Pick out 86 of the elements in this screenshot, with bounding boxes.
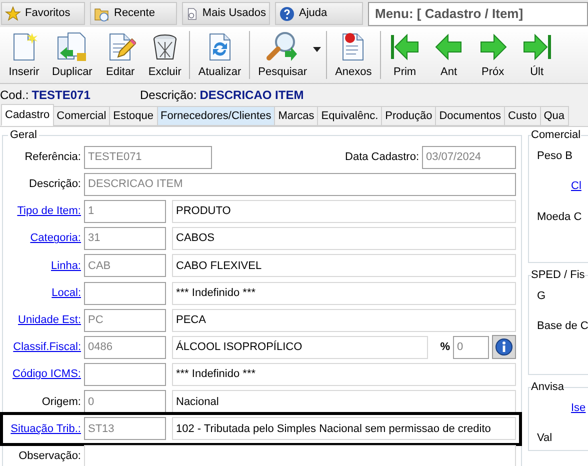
field-link[interactable]: Situação Trib.: [10, 420, 81, 438]
date-label: Data Cadastro: [345, 150, 419, 165]
code-field[interactable]: ST13 [84, 417, 166, 440]
field-link[interactable]: Linha: [51, 258, 81, 274]
toolbar-button[interactable]: Editar [98, 27, 142, 83]
tab[interactable]: Qua [540, 106, 569, 126]
percent-label: % [440, 340, 450, 356]
toolbar-button[interactable]: Inserir [2, 27, 46, 83]
tab[interactable]: Fornecedores/Clientes [156, 106, 276, 126]
duplicate-icon [56, 30, 88, 62]
field-link[interactable]: Classif.Fiscal: [13, 339, 81, 356]
document-icon [186, 6, 198, 22]
name-field[interactable]: CABOS [172, 227, 516, 250]
name-field[interactable]: *** Indefinido *** [172, 282, 516, 305]
group-title: Comercial [531, 128, 581, 143]
info-button[interactable] [492, 335, 516, 360]
field-label: Referência: [24, 150, 81, 165]
code-field[interactable]: 0486 [84, 336, 166, 359]
field-link[interactable]: Local: [52, 284, 81, 302]
name-field[interactable]: *** Indefinido *** [172, 363, 516, 386]
toolbar-button[interactable]: Prim [382, 27, 427, 83]
field-label: Val [536, 431, 552, 446]
description-field[interactable]: DESCRICAO ITEM [84, 172, 516, 196]
tab[interactable]: Custo [504, 106, 541, 126]
percent-field[interactable]: 0 [453, 336, 489, 359]
name-field[interactable]: CABO FLEXIVEL [172, 254, 516, 278]
field-label: G [536, 288, 546, 304]
field-label: Origem: [42, 394, 81, 410]
toolbar-button[interactable]: Atualizar [192, 27, 248, 83]
name-field[interactable]: ÁLCOOL ISOPROPÍLICO [172, 336, 428, 359]
toolbar-button[interactable]: Excluir [142, 27, 188, 83]
toolbar-button[interactable]: Próx [470, 27, 515, 83]
field-label: Moeda C [536, 210, 582, 224]
code-field[interactable] [84, 282, 166, 305]
toolbar-button[interactable]: Ant [426, 27, 471, 83]
menu-button[interactable]: Ajuda [275, 2, 363, 25]
group-title: Geral [9, 128, 38, 143]
folder-clock-icon [94, 6, 110, 22]
code-field[interactable]: CAB [84, 254, 166, 278]
field-label: Observação: [18, 448, 81, 464]
field-label: Descrição: [29, 177, 81, 192]
field-link[interactable]: Código ICMS: [12, 366, 81, 383]
tab[interactable]: Documentos [435, 106, 505, 126]
toolbar-button[interactable]: Últ [514, 27, 559, 83]
tab[interactable]: Estoque [109, 106, 158, 126]
reference-field[interactable]: TESTE071 [84, 146, 212, 169]
field-label: Peso B [536, 148, 572, 164]
menu-button[interactable]: Mais Usados [182, 2, 270, 25]
toolbar-button[interactable]: Duplicar [46, 27, 98, 83]
name-field[interactable]: PRODUTO [172, 200, 516, 223]
header-value: TESTE071 [32, 86, 90, 104]
field-link[interactable]: Tipo de Item: [17, 203, 81, 220]
toolbar-button[interactable]: Anexos [329, 27, 378, 83]
header-label: Cod.: [0, 86, 29, 104]
group-title: Anvisa [531, 380, 564, 395]
tab[interactable]: Produção [381, 106, 436, 126]
tab[interactable]: Marcas [274, 106, 318, 126]
notes-field[interactable] [84, 444, 516, 466]
field-link[interactable]: Unidade Est: [18, 312, 81, 328]
group-title: SPED / Fis [531, 268, 585, 283]
menu-button[interactable]: Favoritos [1, 2, 85, 25]
dropdown-caret-icon[interactable] [313, 46, 322, 52]
header-value: DESCRICAO ITEM [200, 86, 304, 104]
code-field[interactable]: 1 [84, 200, 166, 223]
star-icon [5, 6, 21, 22]
code-field[interactable]: 0 [84, 390, 166, 414]
name-field[interactable]: Nacional [172, 390, 516, 414]
code-field[interactable]: PC [84, 308, 166, 332]
info-icon [495, 338, 513, 356]
toolbar-button[interactable]: Pesquisar [252, 27, 314, 83]
field-link[interactable]: Ise [531, 400, 586, 416]
header-label: Descrição: [140, 86, 197, 104]
menu-button[interactable]: Recente [90, 2, 177, 25]
field-link[interactable]: Cl [531, 178, 582, 194]
date-field[interactable]: 03/07/2024 [422, 146, 516, 169]
code-field[interactable] [84, 363, 166, 386]
tab[interactable]: Cadastro [1, 104, 54, 126]
field-label: Base de C [536, 319, 588, 334]
field-link[interactable]: Categoria: [30, 230, 81, 247]
name-field[interactable]: PECA [172, 308, 516, 332]
tab[interactable]: Equivalênc. [317, 106, 382, 126]
code-field[interactable]: 31 [84, 227, 166, 250]
tab[interactable]: Comercial [52, 106, 110, 126]
name-field[interactable]: 102 - Tributada pelo Simples Nacional sem permissao de credito [172, 417, 516, 440]
menu-path-field[interactable]: Menu: [ Cadastro / Item] [368, 2, 588, 26]
help-icon [279, 6, 295, 22]
